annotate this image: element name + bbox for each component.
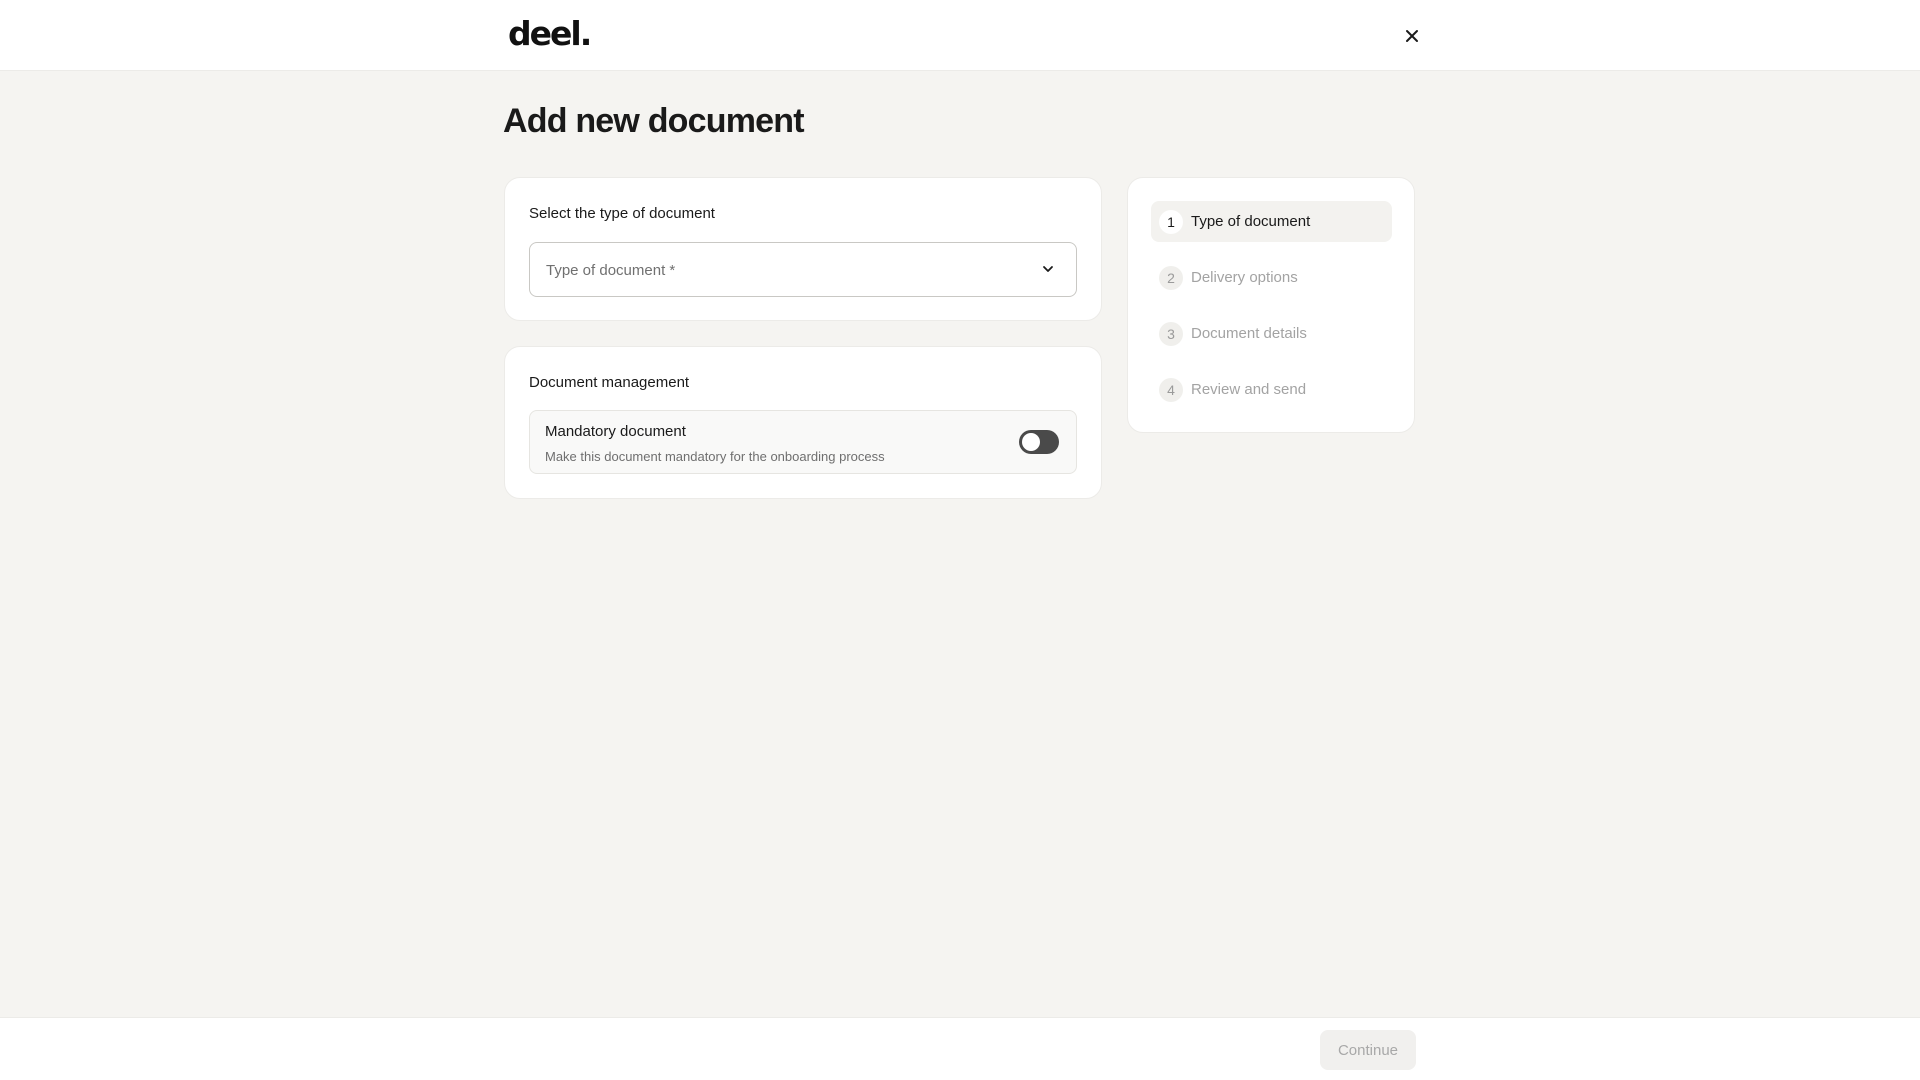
step-label: Review and send xyxy=(1191,381,1307,398)
document-type-card: Select the type of document Type of docu… xyxy=(504,177,1102,321)
close-button[interactable] xyxy=(1396,20,1428,52)
chevron-down-icon xyxy=(1043,266,1053,272)
step-type-of-document[interactable]: 1 Type of document xyxy=(1151,201,1392,242)
toggle-knob xyxy=(1022,433,1040,451)
document-management-title: Document management xyxy=(529,374,690,391)
step-number: 3 xyxy=(1159,322,1183,346)
top-bar: deel. xyxy=(0,0,1920,71)
steps-card: 1 Type of document 2 Delivery options 3 … xyxy=(1127,177,1415,433)
mandatory-document-toggle[interactable] xyxy=(1019,430,1059,454)
mandatory-document-row: Mandatory document Make this document ma… xyxy=(529,410,1077,474)
step-review-and-send: 4 Review and send xyxy=(1151,369,1392,410)
document-management-card: Document management Mandatory document M… xyxy=(504,346,1102,499)
document-type-placeholder: Type of document * xyxy=(546,262,676,279)
close-icon xyxy=(1406,30,1418,42)
step-delivery-options: 2 Delivery options xyxy=(1151,257,1392,298)
step-label: Document details xyxy=(1191,325,1307,342)
step-number: 1 xyxy=(1159,210,1183,234)
document-type-card-title: Select the type of document xyxy=(529,205,715,222)
step-label: Delivery options xyxy=(1191,269,1298,286)
deel-logo[interactable]: deel. xyxy=(508,14,592,53)
step-label: Type of document xyxy=(1191,213,1311,230)
footer-bar: Continue xyxy=(0,1017,1920,1080)
page-title: Add new document xyxy=(503,102,805,140)
step-number: 2 xyxy=(1159,266,1183,290)
mandatory-document-description: Make this document mandatory for the onb… xyxy=(545,449,885,464)
step-number: 4 xyxy=(1159,378,1183,402)
document-type-select[interactable]: Type of document * xyxy=(529,242,1077,297)
continue-button[interactable]: Continue xyxy=(1320,1030,1416,1070)
step-document-details: 3 Document details xyxy=(1151,313,1392,354)
mandatory-document-title: Mandatory document xyxy=(545,423,686,440)
